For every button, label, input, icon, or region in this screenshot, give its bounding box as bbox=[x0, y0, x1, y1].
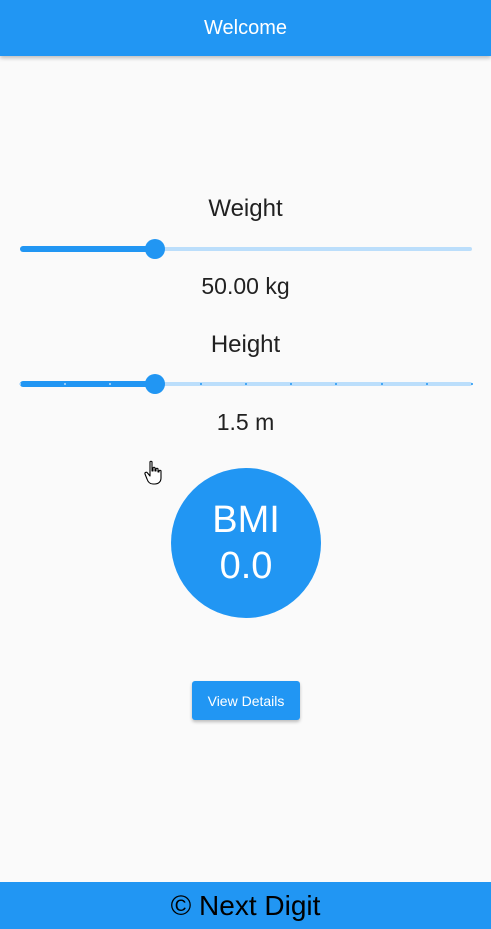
height-slider-active-track bbox=[20, 381, 155, 387]
height-slider-tick bbox=[335, 383, 337, 385]
height-value: 1.5 m bbox=[216, 409, 275, 435]
app-bar-title: Welcome bbox=[204, 16, 287, 39]
weight-label: Weight bbox=[208, 195, 283, 222]
height-slider-tick bbox=[19, 383, 21, 385]
height-slider-thumb[interactable] bbox=[145, 374, 165, 394]
height-slider[interactable] bbox=[19, 372, 473, 396]
weight-slider[interactable] bbox=[20, 237, 472, 261]
height-slider-tick bbox=[426, 383, 428, 385]
height-slider-tick bbox=[381, 383, 383, 385]
footer: © Next Digit bbox=[0, 882, 491, 929]
height-slider-tick bbox=[245, 383, 247, 385]
height-label: Height bbox=[210, 331, 281, 358]
hand-pointer-icon bbox=[144, 460, 162, 485]
weight-slider-thumb[interactable] bbox=[145, 239, 165, 259]
bmi-value: 0.0 bbox=[219, 545, 273, 587]
height-slider-tick bbox=[471, 383, 473, 385]
weight-slider-active-track bbox=[20, 246, 155, 252]
app-bar: Welcome bbox=[0, 0, 491, 56]
footer-copyright: © Next Digit bbox=[170, 889, 321, 921]
view-details-button[interactable]: View Details bbox=[192, 681, 300, 720]
height-slider-tick bbox=[200, 383, 202, 385]
height-slider-tick bbox=[109, 383, 111, 385]
height-slider-tick bbox=[64, 383, 66, 385]
bmi-label: BMI bbox=[212, 499, 280, 541]
height-slider-tick bbox=[290, 383, 292, 385]
weight-value: 50.00 kg bbox=[201, 273, 290, 299]
bmi-display: BMI 0.0 bbox=[171, 468, 321, 618]
